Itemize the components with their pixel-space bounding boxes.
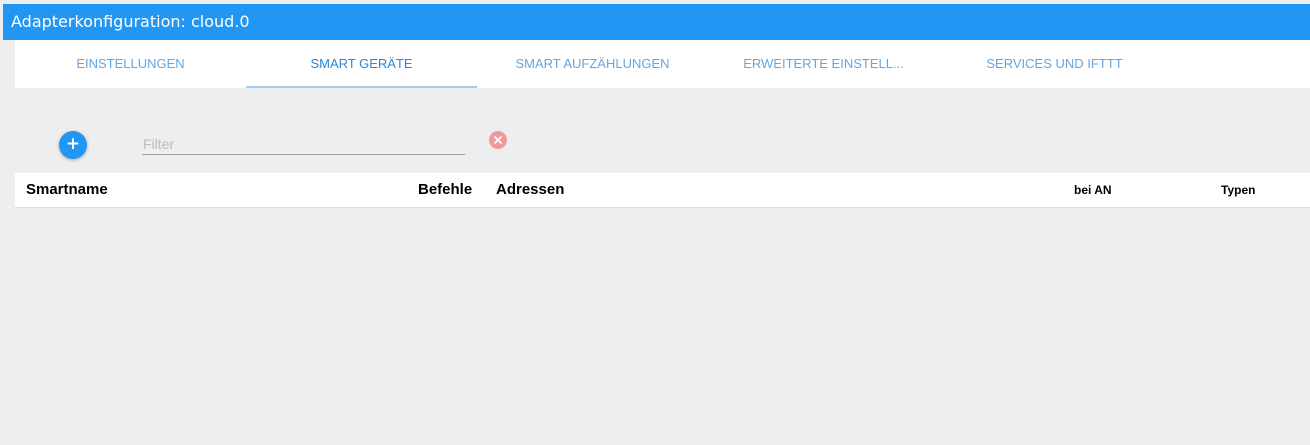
column-header-befehle[interactable]: Befehle xyxy=(418,173,472,207)
window-title: Adapterkonfiguration: cloud.0 xyxy=(3,4,1310,40)
tab-services-und-ifttt[interactable]: SERVICES UND IFTTT xyxy=(939,40,1170,88)
plus-icon: + xyxy=(65,134,81,154)
tab-bar: EINSTELLUNGEN SMART GERÄTE SMART AUFZÄHL… xyxy=(15,40,1310,88)
column-header-adressen[interactable]: Adressen xyxy=(496,173,564,207)
add-device-button[interactable]: + xyxy=(59,131,87,159)
clear-filter-button[interactable] xyxy=(489,131,507,149)
table-header: Smartname Befehle Adressen bei AN Typen xyxy=(15,173,1310,208)
close-icon xyxy=(494,136,502,144)
column-header-typen[interactable]: Typen xyxy=(1221,173,1255,207)
filter-input[interactable] xyxy=(142,134,465,155)
tab-smart-aufzaehlungen[interactable]: SMART AUFZÄHLUNGEN xyxy=(477,40,708,88)
column-header-smartname[interactable]: Smartname xyxy=(26,173,108,207)
active-tab-indicator xyxy=(246,86,477,88)
tab-einstellungen[interactable]: EINSTELLUNGEN xyxy=(15,40,246,88)
column-header-bei-an[interactable]: bei AN xyxy=(1074,173,1112,207)
tab-smart-geraete[interactable]: SMART GERÄTE xyxy=(246,40,477,88)
tab-erweiterte-einstellungen[interactable]: ERWEITERTE EINSTELL... xyxy=(708,40,939,88)
